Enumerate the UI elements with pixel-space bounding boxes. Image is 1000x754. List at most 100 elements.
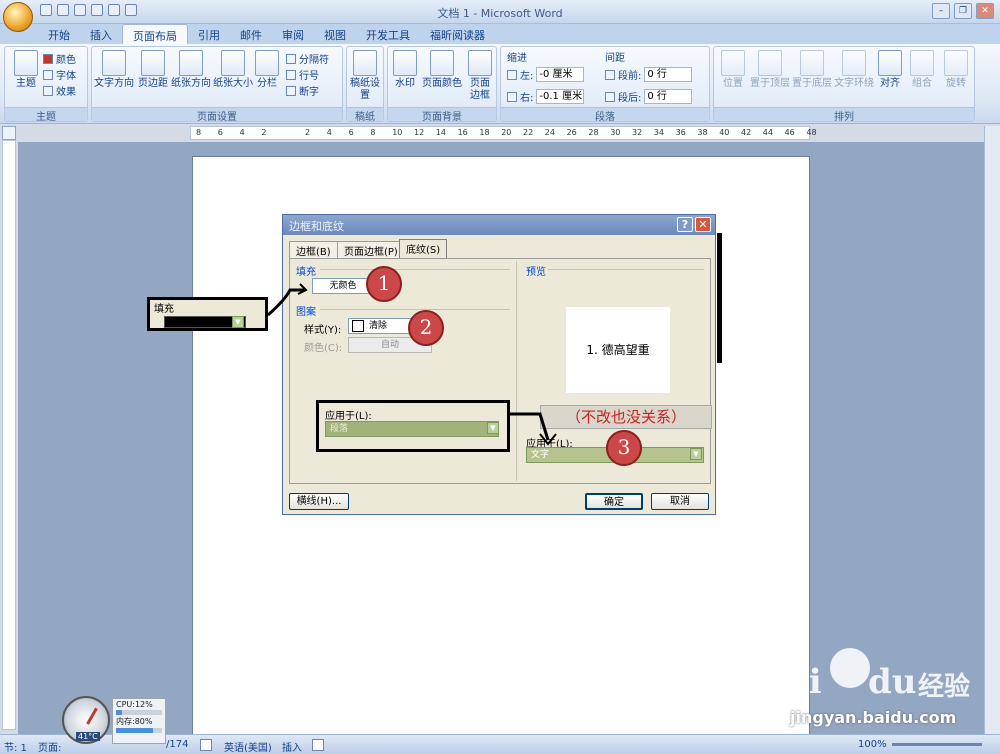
line-numbers-label: 行号 bbox=[299, 71, 319, 82]
ruler-tab-selector[interactable] bbox=[2, 126, 16, 140]
ruler-tick-label: 42 bbox=[741, 128, 752, 137]
macro-icon[interactable] bbox=[312, 739, 324, 751]
help-button[interactable]: ? bbox=[677, 217, 693, 232]
ruler-tick-label: 24 bbox=[544, 128, 555, 137]
cancel-button[interactable]: 取消 bbox=[651, 493, 709, 510]
indent-left-input[interactable]: -0 厘米 bbox=[536, 67, 585, 82]
spacing-before-label: 段前: bbox=[618, 71, 642, 82]
ruler-tick-label: 22 bbox=[523, 128, 534, 137]
send-to-back-button[interactable]: 置于底层 bbox=[792, 50, 832, 90]
apply-callout-dropdown: 段落 bbox=[325, 421, 499, 437]
columns-button[interactable]: 分栏 bbox=[252, 50, 282, 90]
dialog-close-button[interactable]: ✕ bbox=[695, 217, 711, 232]
tab-page-layout[interactable]: 页面布局 bbox=[122, 24, 188, 44]
tab-shading[interactable]: 底纹(S) bbox=[399, 239, 448, 259]
tab-references[interactable]: 引用 bbox=[188, 24, 230, 44]
orientation-button[interactable]: 纸张方向 bbox=[170, 50, 212, 90]
page-borders-button[interactable]: 页面边框 bbox=[464, 50, 496, 102]
line-numbers-button[interactable]: 行号 bbox=[286, 67, 319, 82]
group-label: 主题 bbox=[5, 107, 87, 123]
size-icon bbox=[221, 50, 245, 76]
indent-right-row: 右: -0.1 厘米 bbox=[507, 89, 585, 104]
hyphenation-button[interactable]: 断字 bbox=[286, 83, 319, 98]
spacing-after-label: 段后: bbox=[618, 93, 642, 104]
tab-borders[interactable]: 边框(B) bbox=[289, 241, 338, 258]
close-button[interactable]: ✕ bbox=[976, 3, 994, 19]
group-label: 段落 bbox=[501, 107, 709, 123]
insert-mode-indicator[interactable]: 插入 bbox=[282, 739, 302, 754]
group-paragraph: 缩进 间距 左: -0 厘米 右: -0.1 厘米 段前: 0 行 段后: 0 行 段落 bbox=[500, 46, 710, 123]
cpu-bar bbox=[116, 710, 162, 715]
align-button[interactable]: 对齐 bbox=[874, 50, 906, 90]
breaks-label: 分隔符 bbox=[299, 55, 329, 66]
bring-to-front-button[interactable]: 置于顶层 bbox=[750, 50, 790, 90]
group-manuscript: 稿纸设置 稿纸 bbox=[346, 46, 384, 123]
ruler-tick-label: 16 bbox=[457, 128, 468, 137]
tab-foxit-reader[interactable]: 福昕阅读器 bbox=[420, 24, 495, 44]
ribbon-tabs: 开始 插入 页面布局 引用 邮件 审阅 视图 开发工具 福昕阅读器 bbox=[38, 24, 495, 44]
fill-color-dropdown[interactable]: 无颜色 bbox=[312, 278, 374, 294]
tab-insert[interactable]: 插入 bbox=[80, 24, 122, 44]
margins-button[interactable]: 页边距 bbox=[134, 50, 172, 90]
size-button[interactable]: 纸张大小 bbox=[212, 50, 254, 90]
watermark-label: 水印 bbox=[395, 78, 415, 89]
spacing-after-row: 段后: 0 行 bbox=[605, 89, 693, 104]
position-icon bbox=[721, 50, 745, 76]
page-indicator[interactable]: 页面: bbox=[38, 739, 61, 754]
zoom-slider[interactable] bbox=[892, 743, 982, 746]
indent-left-row: 左: -0 厘米 bbox=[507, 67, 585, 82]
language-indicator[interactable]: 英语(美国) bbox=[224, 739, 272, 754]
spacing-after-input[interactable]: 0 行 bbox=[644, 89, 693, 104]
step-marker-3: 3 bbox=[606, 430, 642, 466]
tab-mailings[interactable]: 邮件 bbox=[230, 24, 272, 44]
dialog-title: 边框和底纹 bbox=[283, 215, 715, 235]
rotate-button[interactable]: 旋转 bbox=[940, 50, 972, 90]
text-direction-button[interactable]: 文字方向 bbox=[94, 50, 134, 90]
effects-icon bbox=[43, 85, 53, 96]
watermark-button[interactable]: 水印 bbox=[388, 50, 422, 90]
position-button[interactable]: 位置 bbox=[716, 50, 750, 90]
ruler-tick-label: 48 bbox=[806, 128, 817, 137]
bring-to-front-icon bbox=[758, 50, 782, 76]
ruler-tick-label: 14 bbox=[435, 128, 446, 137]
text-wrap-button[interactable]: 文字环绕 bbox=[834, 50, 874, 90]
tab-developer[interactable]: 开发工具 bbox=[356, 24, 420, 44]
tab-review[interactable]: 审阅 bbox=[272, 24, 314, 44]
group-objects-button[interactable]: 组合 bbox=[906, 50, 938, 90]
text-wrap-label: 文字环绕 bbox=[834, 78, 874, 89]
memory-label: 内存:80% bbox=[116, 717, 153, 726]
theme-fonts-button[interactable]: 字体 bbox=[43, 67, 76, 82]
spacing-before-input[interactable]: 0 行 bbox=[644, 67, 693, 82]
align-icon bbox=[878, 50, 902, 76]
manuscript-setup-button[interactable]: 稿纸设置 bbox=[347, 50, 383, 102]
rotate-icon bbox=[944, 50, 968, 76]
cpu-bar-fill bbox=[116, 710, 122, 715]
theme-colors-button[interactable]: 颜色 bbox=[43, 51, 76, 66]
breaks-button[interactable]: 分隔符 bbox=[286, 51, 329, 66]
horizontal-line-button[interactable]: 横线(H)... bbox=[289, 493, 349, 510]
theme-effects-button[interactable]: 效果 bbox=[43, 83, 76, 98]
ok-button[interactable]: 确定 bbox=[585, 493, 643, 510]
group-objects-label: 组合 bbox=[912, 78, 932, 89]
zoom-level[interactable]: 100% bbox=[858, 739, 887, 750]
spacing-before-icon bbox=[605, 69, 615, 80]
vertical-ruler[interactable] bbox=[2, 140, 16, 730]
proofing-icon[interactable] bbox=[200, 739, 212, 751]
indent-right-input[interactable]: -0.1 厘米 bbox=[536, 89, 585, 104]
themes-icon bbox=[14, 50, 38, 76]
office-button[interactable] bbox=[3, 2, 33, 32]
minimize-button[interactable]: – bbox=[932, 3, 950, 19]
restore-button[interactable]: ❐ bbox=[954, 3, 972, 19]
tab-home[interactable]: 开始 bbox=[38, 24, 80, 44]
orientation-label: 纸张方向 bbox=[171, 78, 211, 89]
themes-button[interactable]: 主题 bbox=[7, 50, 45, 90]
style-dropdown[interactable]: 清除 bbox=[348, 318, 414, 334]
color-label: 颜色(C): bbox=[304, 343, 343, 354]
tab-view[interactable]: 视图 bbox=[314, 24, 356, 44]
group-page-background: 水印 页面颜色 页面边框 页面背景 bbox=[387, 46, 497, 123]
indent-left-label: 左: bbox=[520, 71, 534, 82]
tab-page-border[interactable]: 页面边框(P) bbox=[337, 241, 405, 258]
ruler-tick-label: 44 bbox=[762, 128, 773, 137]
page-color-button[interactable]: 页面颜色 bbox=[422, 50, 462, 90]
section-indicator[interactable]: 节: 1 bbox=[4, 739, 27, 754]
